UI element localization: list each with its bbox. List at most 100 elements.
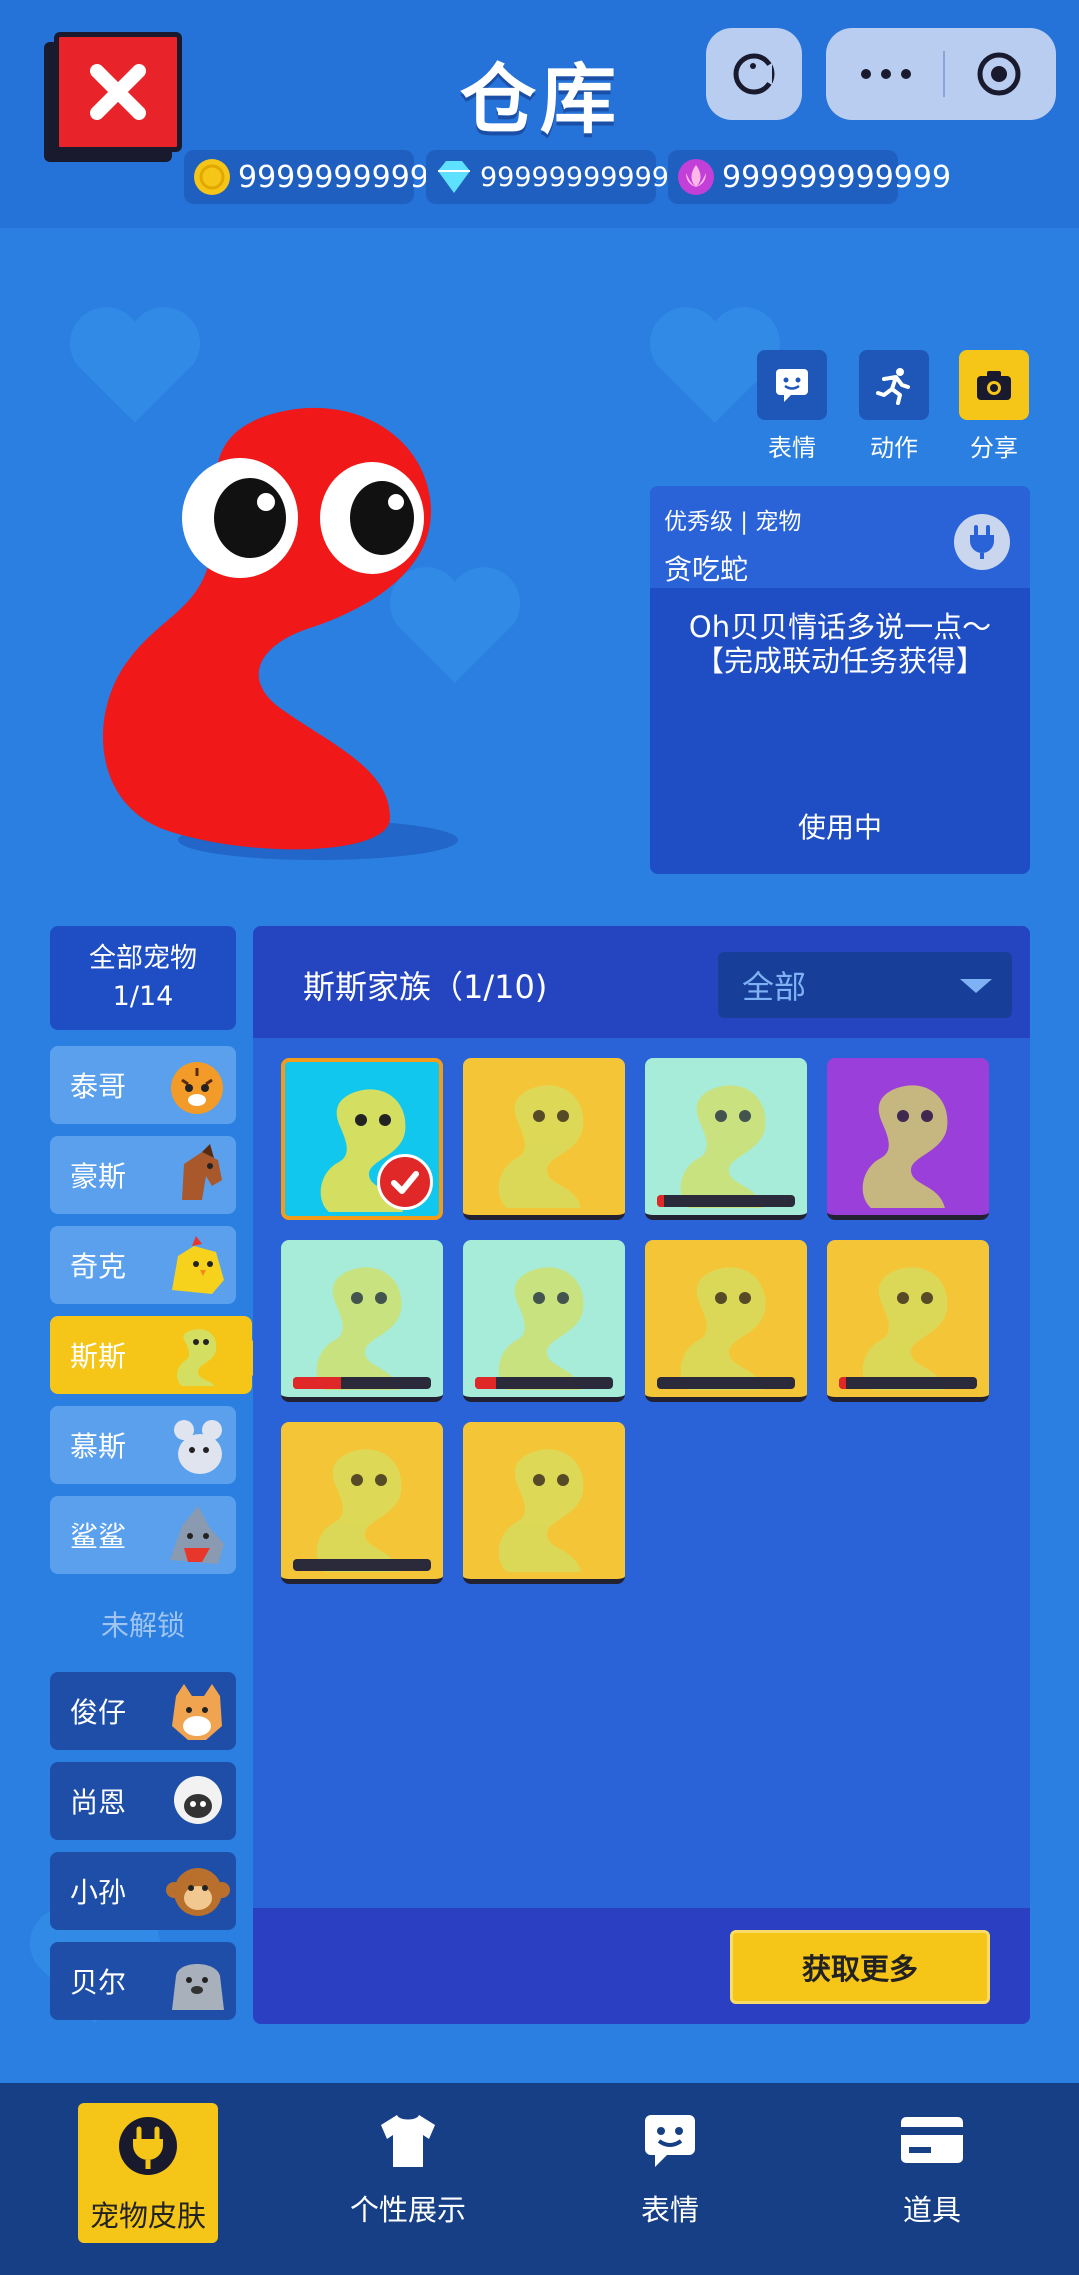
skin-card[interactable] [827, 1240, 989, 1402]
chat-emoji-icon [635, 2105, 705, 2175]
nav-emotes[interactable]: 表情 [600, 2105, 740, 2229]
skin-progress-fill [475, 1377, 496, 1389]
pet-snake-model[interactable] [90, 388, 510, 858]
skin-progress-bar [657, 1377, 795, 1389]
coin-icon [194, 159, 230, 195]
sidebar-item-label: 贝尔 [70, 1966, 127, 1999]
mouse-icon [174, 1420, 222, 1474]
skin-card[interactable] [463, 1240, 625, 1402]
sidebar-item-label: 豪斯 [70, 1160, 127, 1193]
skin-card[interactable] [827, 1058, 989, 1220]
emote-action-label: 表情 [768, 434, 816, 462]
currency-coin: 999999999999 [184, 150, 467, 204]
sidebar-item-snake[interactable]: 斯斯 [50, 1316, 252, 1394]
plug-icon [954, 514, 1010, 570]
sheep-icon [174, 1776, 222, 1824]
sidebar-item-label: 小孙 [70, 1876, 127, 1909]
sidebar-item-seal[interactable]: 贝尔 [50, 1942, 236, 2020]
skin-card[interactable] [281, 1058, 443, 1220]
shirt-icon [373, 2105, 443, 2175]
filter-dropdown[interactable]: 全部 [718, 952, 1012, 1018]
nav-profile-display[interactable]: 个性展示 [338, 2105, 478, 2229]
monkey-icon [166, 1868, 230, 1916]
sidebar-item-label: 奇克 [70, 1250, 127, 1283]
skin-progress-fill [293, 1377, 342, 1389]
sidebar-item-mouse[interactable]: 慕斯 [50, 1406, 236, 1484]
skin-card[interactable] [281, 1422, 443, 1584]
all-pets-label: 全部宠物 [89, 943, 197, 974]
nav-label: 个性展示 [349, 2193, 466, 2227]
skin-card[interactable] [645, 1058, 807, 1220]
emoji-icon [757, 350, 827, 420]
page-title: 仓库 [460, 55, 620, 144]
pet-info-card: 优秀级 | 宠物 贪吃蛇 Oh贝贝情话多说一点～【完成联动任务获得】 使用中 [650, 486, 1030, 874]
skin-panel: 斯斯家族（1/10) 全部 获取更多 [253, 926, 1030, 2024]
skin-progress-bar [475, 1377, 613, 1389]
sidebar-item-label: 俊仔 [70, 1696, 127, 1729]
card-icon [897, 2105, 967, 2175]
exit-target-icon[interactable] [974, 49, 1024, 99]
sidebar-item-shiba[interactable]: 俊仔 [50, 1672, 236, 1750]
sidebar-item-monkey[interactable]: 小孙 [50, 1852, 236, 1930]
snake-skin-icon [862, 1085, 948, 1208]
nav-items[interactable]: 道具 [862, 2105, 1002, 2229]
nav-pet-skin[interactable]: 宠物皮肤 [78, 2103, 218, 2243]
motion-action-button[interactable]: 动作 [858, 350, 930, 463]
lotus-icon [678, 159, 714, 195]
family-title: 斯斯家族（1/10) [303, 968, 548, 1006]
sidebar-item-label: 泰哥 [70, 1070, 127, 1103]
pet-status: 使用中 [797, 811, 882, 844]
chick-icon [172, 1236, 224, 1294]
shiba-icon [172, 1684, 222, 1740]
locked-section-label: 未解锁 [100, 1609, 185, 1642]
capsule-divider [942, 51, 945, 97]
top-header: 仓库 999999999999 99999999999+ 99999999999… [0, 0, 1079, 228]
all-pets-tab[interactable]: 全部宠物 1/14 [50, 926, 236, 1030]
more-icon[interactable] [858, 64, 914, 84]
sidebar-item-label: 鲨鲨 [70, 1520, 127, 1553]
skin-panel-header: 斯斯家族（1/10) 全部 [253, 926, 1030, 1038]
sidebar-item-chick[interactable]: 奇克 [50, 1226, 236, 1304]
tiger-icon [171, 1062, 223, 1114]
sidebar-item-sheep[interactable]: 尚恩 [50, 1762, 236, 1840]
nav-label: 宠物皮肤 [89, 2199, 206, 2233]
skin-progress-fill [839, 1377, 846, 1389]
shark-icon [170, 1506, 224, 1564]
skin-progress-fill [657, 1195, 664, 1207]
bottom-nav: 宠物皮肤 个性展示 表情 道具 [0, 2083, 1079, 2275]
emote-action-button[interactable]: 表情 [756, 350, 828, 463]
diamond-amount: 99999999999+ [480, 161, 692, 193]
share-action-button[interactable]: 分享 [958, 350, 1030, 463]
all-pets-count: 1/14 [112, 981, 174, 1012]
close-button[interactable] [54, 32, 182, 152]
skin-card[interactable] [463, 1058, 625, 1220]
check-icon [377, 1154, 433, 1210]
mini-program-capsule [826, 28, 1056, 120]
skin-card[interactable] [463, 1422, 625, 1584]
motion-action-label: 动作 [870, 434, 918, 462]
seal-icon [172, 1964, 224, 2010]
skin-progress-bar [839, 1377, 977, 1389]
sidebar-item-label: 慕斯 [70, 1430, 127, 1463]
skin-panel-footer: 获取更多 [253, 1908, 1030, 2024]
sidebar-item-horse[interactable]: 豪斯 [50, 1136, 236, 1214]
run-icon [859, 350, 929, 420]
filter-value: 全部 [742, 968, 807, 1006]
sidebar-item-tiger[interactable]: 泰哥 [50, 1046, 236, 1124]
get-more-button[interactable]: 获取更多 [730, 1930, 990, 2004]
pacman-icon [733, 53, 775, 95]
currency-diamond: 99999999999+ [426, 150, 692, 204]
sidebar-item-shark[interactable]: 鲨鲨 [50, 1496, 236, 1574]
close-icon [90, 64, 146, 120]
nav-label: 表情 [640, 2193, 699, 2227]
game-center-button[interactable] [706, 28, 802, 120]
skin-progress-bar [293, 1377, 431, 1389]
skin-progress-bar [293, 1559, 431, 1571]
share-action-label: 分享 [970, 434, 1018, 462]
diamond-icon [438, 161, 470, 193]
plug-icon [113, 2111, 183, 2181]
skin-card[interactable] [645, 1240, 807, 1402]
skin-card[interactable] [281, 1240, 443, 1402]
pet-info-header: 优秀级 | 宠物 贪吃蛇 [650, 486, 1030, 588]
horse-icon [182, 1144, 222, 1200]
